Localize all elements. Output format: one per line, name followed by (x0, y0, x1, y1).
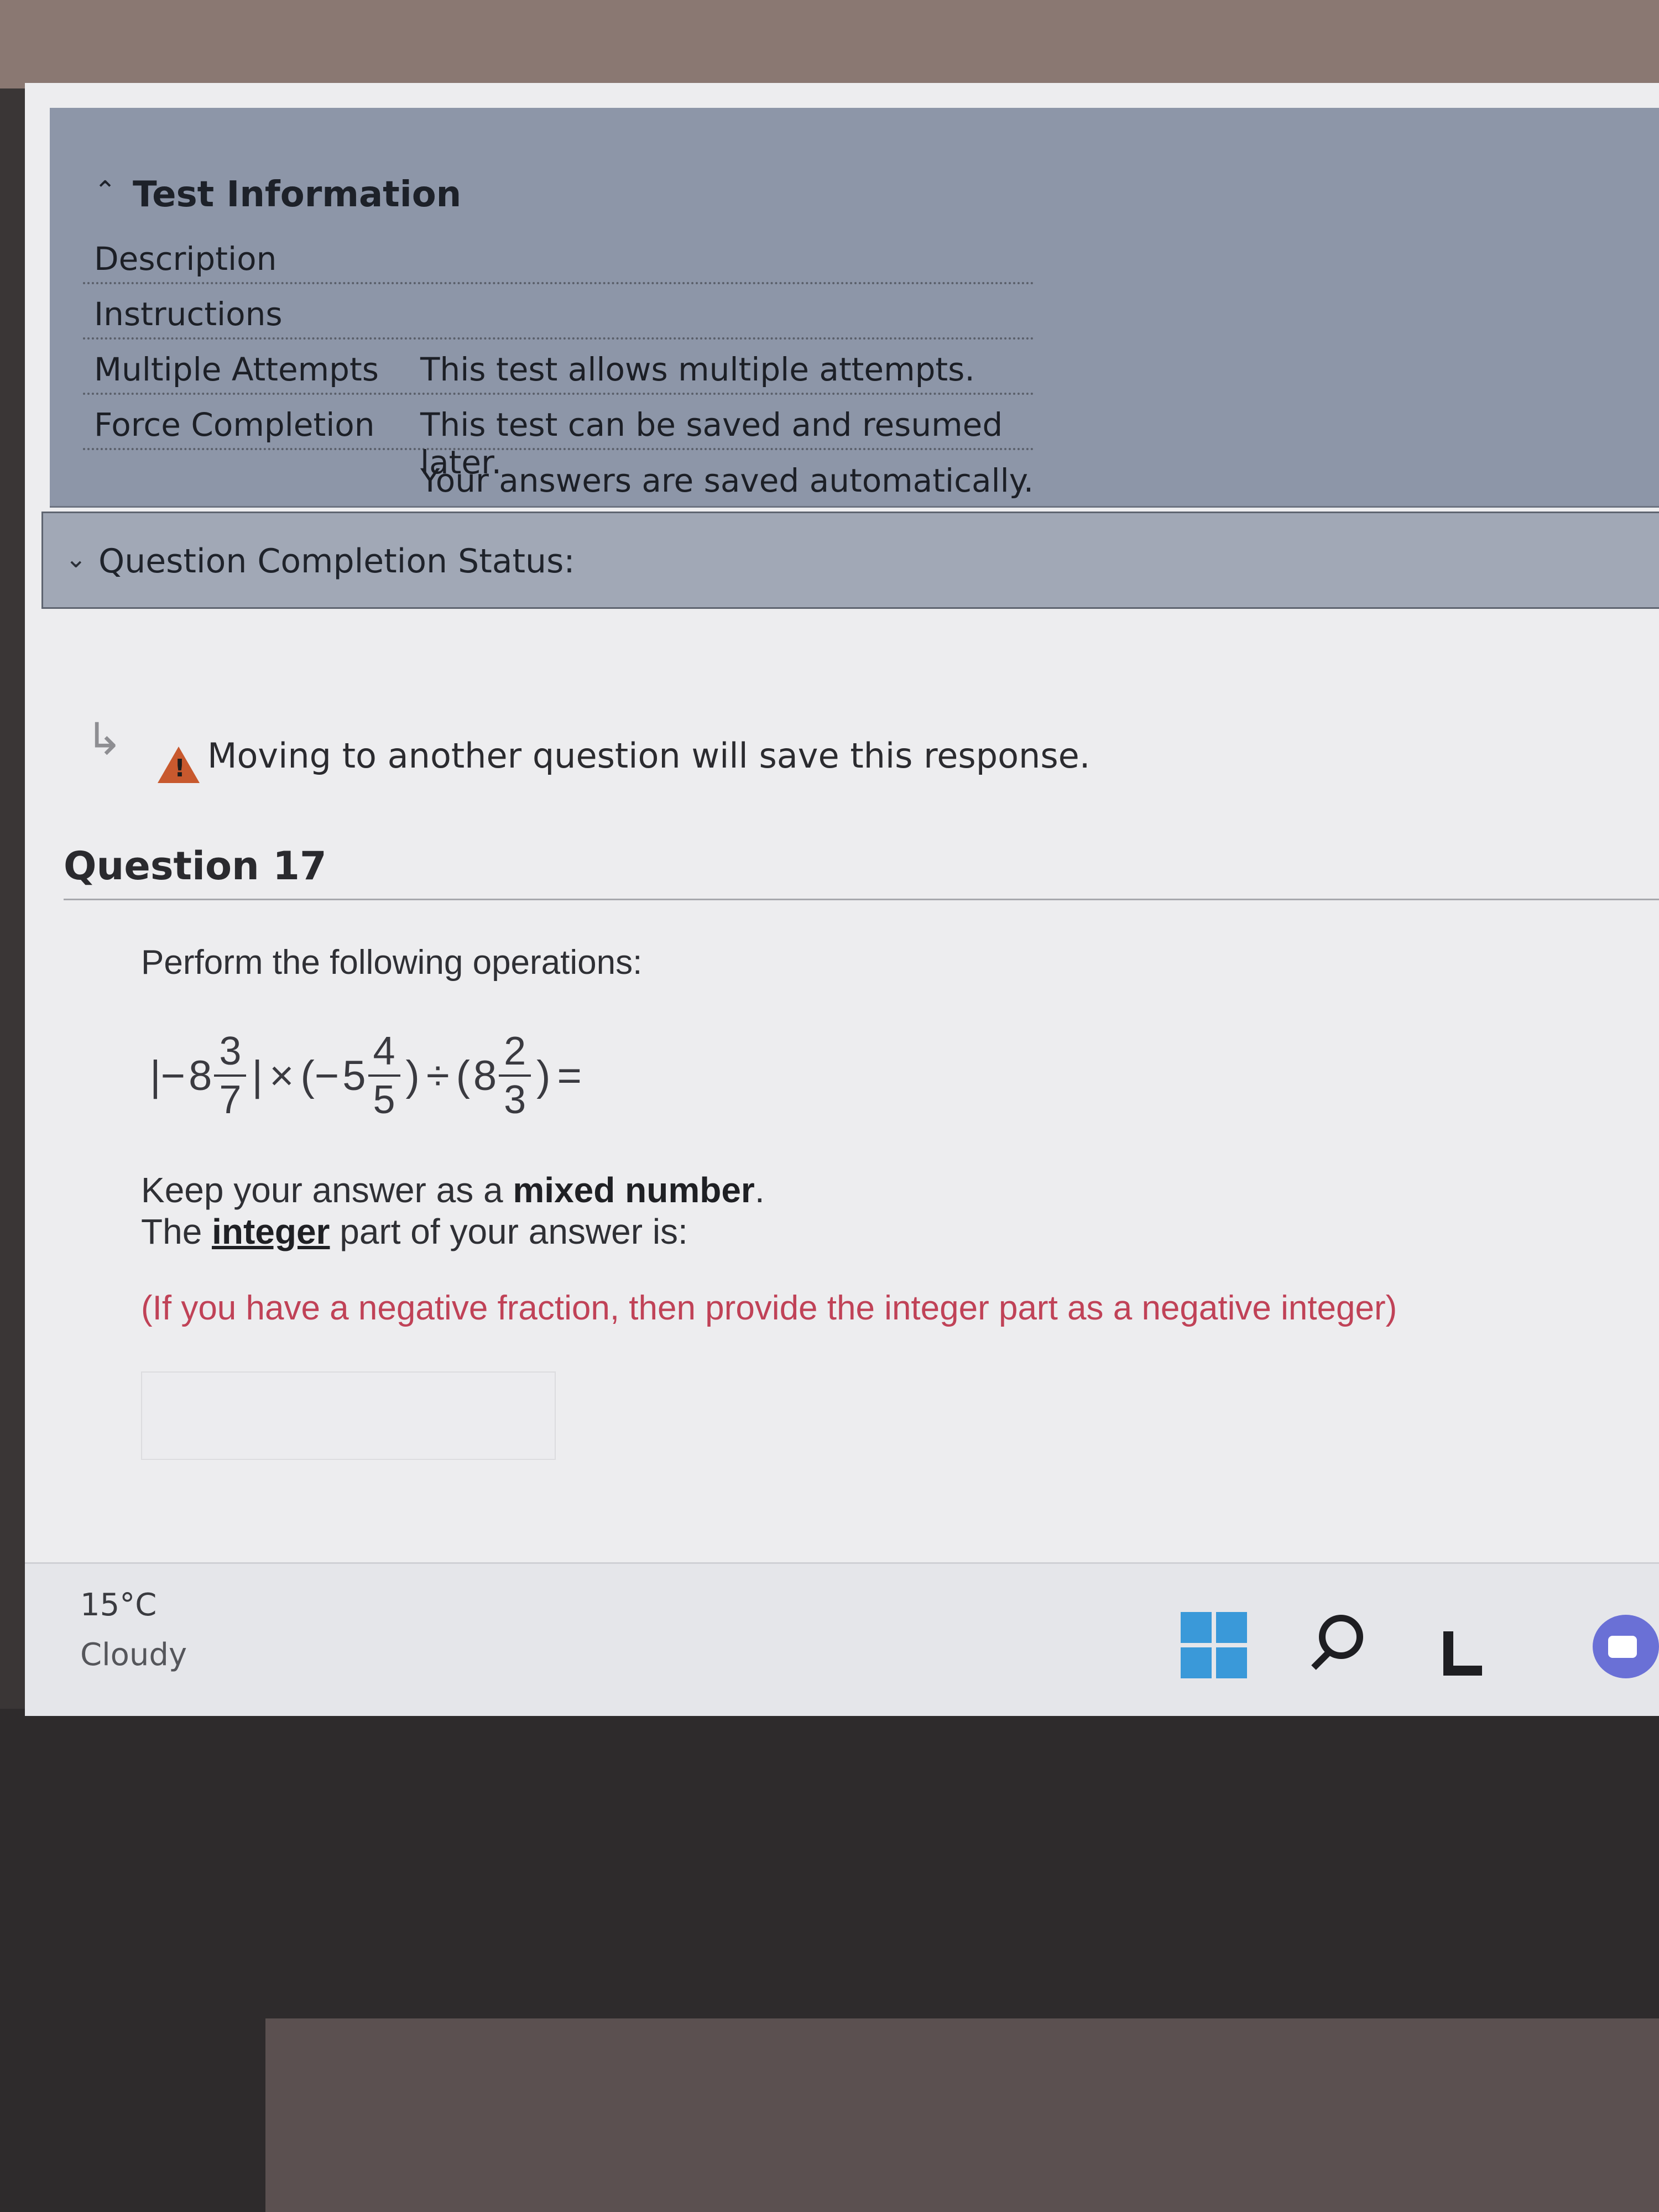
info-value: This test allows multiple attempts. (420, 351, 975, 388)
question-completion-status-bar[interactable]: ⌄ Question Completion Status: (41, 512, 1659, 609)
numerator: 2 (504, 1029, 526, 1073)
answer-input[interactable] (141, 1371, 556, 1460)
denominator: 7 (219, 1078, 242, 1122)
return-arrow-icon: ↳ (86, 713, 123, 765)
paren-open-minus: (− (300, 1052, 340, 1099)
paren-close: ) (536, 1052, 551, 1099)
autosave-note: Your answers are saved automatically. (420, 462, 1034, 499)
question-prompt: Perform the following operations: (141, 943, 643, 982)
numerator: 4 (373, 1029, 395, 1073)
text: The (141, 1212, 212, 1251)
completion-status-label[interactable]: Question Completion Status: (98, 542, 575, 581)
info-label: Instructions (94, 295, 283, 333)
math-expression: |− 8 3 7 | × (− 5 4 5 ) ÷ ( 8 2 3 ) = (147, 1012, 585, 1139)
question-title: Question 17 (64, 843, 327, 889)
divider (64, 899, 1659, 900)
denominator: 5 (373, 1078, 395, 1122)
mixed-number-instruction: Keep your answer as a mixed number. (141, 1170, 765, 1211)
fraction: 3 7 (214, 1028, 247, 1123)
whole-number: 5 (342, 1052, 366, 1099)
emphasis: integer (212, 1212, 330, 1251)
equals-sign: = (557, 1052, 582, 1099)
emphasis: mixed number (513, 1170, 755, 1210)
test-information-panel: ⌃ Test Information Description Instructi… (50, 108, 1659, 508)
monitor-bezel-top (0, 0, 1659, 88)
info-row-force-completion: Force Completion This test can be saved … (83, 398, 1034, 481)
denominator: 3 (504, 1078, 526, 1122)
numerator: 3 (219, 1029, 242, 1073)
text: Keep your answer as a (141, 1170, 513, 1210)
start-icon[interactable] (1181, 1612, 1247, 1678)
info-row-description: Description (83, 232, 1034, 284)
integer-part-instruction: The integer part of your answer is: (141, 1211, 688, 1252)
search-icon[interactable] (1319, 1615, 1363, 1659)
times-operator: × (269, 1052, 294, 1099)
fraction: 4 5 (368, 1028, 400, 1123)
info-row-multiple-attempts: Multiple Attempts This test allows multi… (83, 343, 1034, 395)
text: . (754, 1170, 765, 1210)
laptop-body (265, 2018, 1659, 2212)
info-label: Force Completion (94, 406, 375, 444)
info-row-instructions: Instructions (83, 288, 1034, 340)
screen: ⌃ Test Information Description Instructi… (25, 83, 1659, 1716)
save-warning-text: Moving to another question will save thi… (207, 735, 1091, 776)
warning-icon: ! (158, 747, 200, 783)
whole-number: 8 (189, 1052, 212, 1099)
info-label: Multiple Attempts (94, 351, 379, 388)
paren-open: ( (456, 1052, 470, 1099)
paren-close: ) (405, 1052, 420, 1099)
collapse-chevron-icon[interactable]: ⌃ (94, 175, 116, 206)
abs-close: | (252, 1052, 263, 1099)
test-information-title[interactable]: Test Information (133, 174, 461, 215)
weather-description[interactable]: Cloudy (80, 1637, 187, 1673)
task-view-icon[interactable] (1443, 1631, 1482, 1676)
divide-operator: ÷ (426, 1052, 450, 1099)
weather-temperature[interactable]: 15°C (80, 1587, 156, 1623)
info-label: Description (94, 240, 277, 278)
text: part of your answer is: (330, 1212, 688, 1251)
negative-fraction-hint: (If you have a negative fraction, then p… (141, 1289, 1397, 1327)
expand-chevron-icon[interactable]: ⌄ (65, 544, 87, 573)
abs-open-minus: |− (150, 1052, 186, 1099)
fraction: 2 3 (499, 1028, 531, 1123)
whole-number: 8 (473, 1052, 497, 1099)
chat-icon[interactable] (1593, 1615, 1659, 1678)
taskbar (25, 1562, 1659, 1716)
